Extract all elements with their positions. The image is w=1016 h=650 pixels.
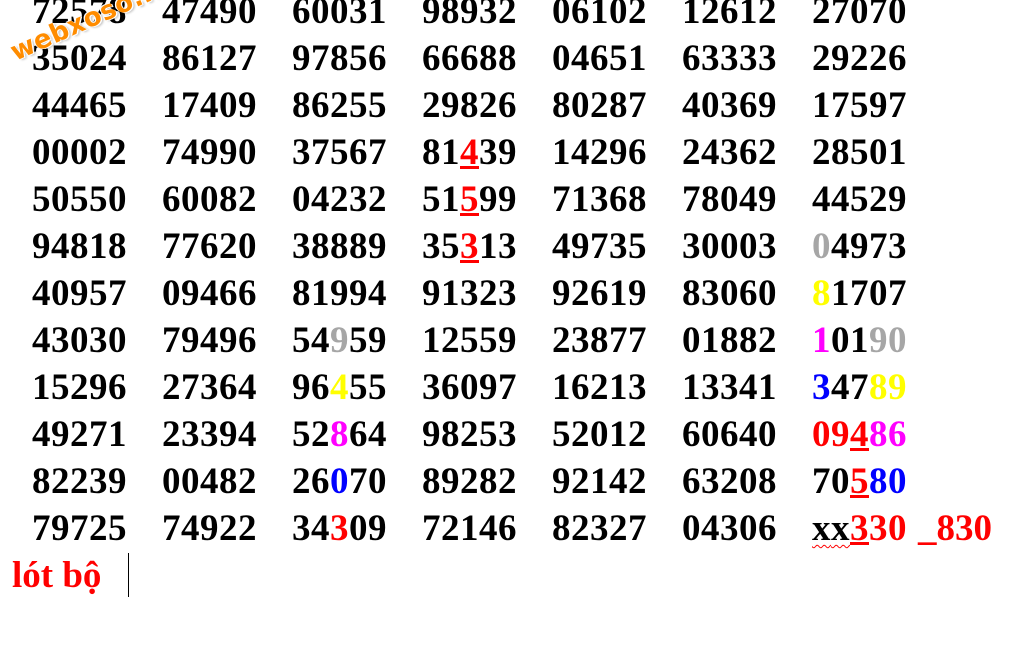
number-cell: 15296: [32, 367, 127, 408]
number-cell: 10190: [812, 320, 907, 361]
number-cell: 82239: [32, 461, 127, 502]
number-cell: 70580: [812, 461, 907, 502]
number-cell: 04306: [682, 508, 777, 549]
number-cell: 78049: [682, 179, 777, 220]
number-cell: 38889: [292, 226, 387, 267]
number-cell: 44465: [32, 85, 127, 126]
number-cell: xx330: [812, 508, 907, 549]
number-cell: 63208: [682, 461, 777, 502]
number-cell: 09466: [162, 273, 257, 314]
number-cell: 04973: [812, 226, 907, 267]
extra-number: _830: [918, 508, 992, 549]
number-cell: 27364: [162, 367, 257, 408]
number-cell: 35313: [422, 226, 517, 267]
number-cell: 83060: [682, 273, 777, 314]
number-cell: 13341: [682, 367, 777, 408]
number-cell: 80287: [552, 85, 647, 126]
number-cell: 74922: [162, 508, 257, 549]
number-cell: 04651: [552, 38, 647, 79]
number-cell: 52864: [292, 414, 387, 455]
number-cell: 77620: [162, 226, 257, 267]
number-cell: 81439: [422, 132, 517, 173]
number-cell: 40957: [32, 273, 127, 314]
number-cell: 54959: [292, 320, 387, 361]
number-cell: 49735: [552, 226, 647, 267]
number-cell: 72146: [422, 508, 517, 549]
number-cell: 79725: [32, 508, 127, 549]
text-cursor: [128, 553, 129, 597]
number-cell: 94818: [32, 226, 127, 267]
number-cell: 35024: [32, 38, 127, 79]
number-cell: 23877: [552, 320, 647, 361]
number-cell: 82327: [552, 508, 647, 549]
number-cell: 91323: [422, 273, 517, 314]
number-cell: 00482: [162, 461, 257, 502]
number-cell: 51599: [422, 179, 517, 220]
number-cell: 06102: [552, 0, 647, 32]
number-cell: 52012: [552, 414, 647, 455]
number-cell: 26070: [292, 461, 387, 502]
number-cell: 89282: [422, 461, 517, 502]
number-cell: 96455: [292, 367, 387, 408]
number-cell: 66688: [422, 38, 517, 79]
number-cell: 92142: [552, 461, 647, 502]
number-cell: 12559: [422, 320, 517, 361]
number-cell: 17597: [812, 85, 907, 126]
number-cell: 09486: [812, 414, 907, 455]
number-cell: 17409: [162, 85, 257, 126]
number-cell: 04232: [292, 179, 387, 220]
number-cell: 50550: [32, 179, 127, 220]
number-cell: 49271: [32, 414, 127, 455]
number-cell: 71368: [552, 179, 647, 220]
number-cell: 12612: [682, 0, 777, 32]
number-cell: 60640: [682, 414, 777, 455]
number-cell: 01882: [682, 320, 777, 361]
number-cell: 81994: [292, 273, 387, 314]
number-cell: 97856: [292, 38, 387, 79]
number-cell: 74990: [162, 132, 257, 173]
number-cell: 37567: [292, 132, 387, 173]
number-cell: 34309: [292, 508, 387, 549]
number-cell: 30003: [682, 226, 777, 267]
number-cell: 24362: [682, 132, 777, 173]
number-cell: 34789: [812, 367, 907, 408]
number-cell: 16213: [552, 367, 647, 408]
number-cell: 47490: [162, 0, 257, 32]
number-cell: 72578: [32, 0, 127, 32]
number-cell: 86255: [292, 85, 387, 126]
number-cell: 40369: [682, 85, 777, 126]
number-cell: 63333: [682, 38, 777, 79]
number-cell: 44529: [812, 179, 907, 220]
number-cell: 43030: [32, 320, 127, 361]
number-cell: 00002: [32, 132, 127, 173]
number-cell: 29826: [422, 85, 517, 126]
number-cell: 81707: [812, 273, 907, 314]
number-cell: 98932: [422, 0, 517, 32]
number-cell: 36097: [422, 367, 517, 408]
number-cell: 14296: [552, 132, 647, 173]
number-cell: 92619: [552, 273, 647, 314]
number-cell: 23394: [162, 414, 257, 455]
number-cell: 27070: [812, 0, 907, 32]
lot-bo-label: lót bộ: [12, 555, 102, 596]
number-cell: 60082: [162, 179, 257, 220]
number-cell: 29226: [812, 38, 907, 79]
number-cell: 28501: [812, 132, 907, 173]
number-cell: 86127: [162, 38, 257, 79]
number-cell: 98253: [422, 414, 517, 455]
number-grid: 72578 47490 60031 98932 06102 12612 27070 35024…: [0, 0, 1016, 560]
number-cell: 79496: [162, 320, 257, 361]
number-cell: 60031: [292, 0, 387, 32]
